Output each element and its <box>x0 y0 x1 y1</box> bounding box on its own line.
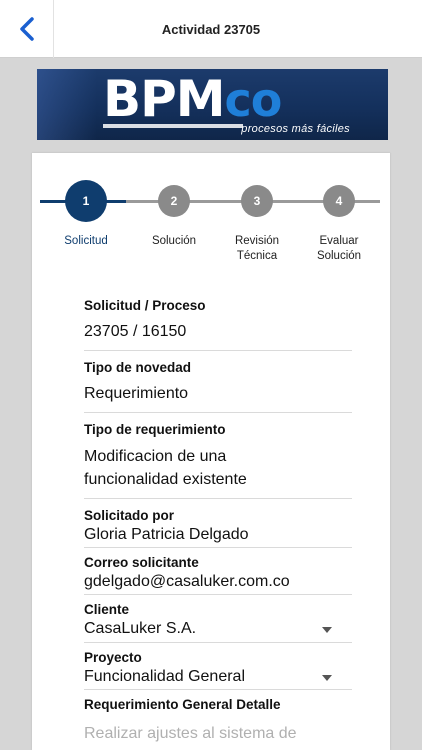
step-3-label: Revisión Técnica <box>212 234 302 264</box>
step-1-number: 1 <box>82 194 90 208</box>
correo-label: Correo solicitante <box>84 555 199 570</box>
correo-value: gdelgado@casaluker.com.co <box>84 573 290 590</box>
chevron-down-icon[interactable] <box>322 675 332 681</box>
tipo-novedad-value: Requerimiento <box>84 385 189 402</box>
step-4-number: 4 <box>335 194 343 208</box>
step-3-number: 3 <box>253 194 261 208</box>
divider <box>84 498 352 499</box>
detalle-value: Realizar ajustes al sistema de <box>84 725 297 742</box>
step-4-label-line1: Evaluar <box>319 235 359 247</box>
banner-logo: BPMco <box>103 70 283 128</box>
divider <box>84 350 352 351</box>
divider <box>84 642 352 643</box>
chevron-down-icon[interactable] <box>322 627 332 633</box>
top-bar: Actividad 23705 <box>0 0 422 58</box>
step-2-label: Solución <box>151 235 197 247</box>
detalle-label: Requerimiento General Detalle <box>84 697 281 712</box>
solicitado-por-label: Solicitado por <box>84 508 175 523</box>
bpmco-banner: BPMco procesos más fáciles <box>37 69 388 140</box>
page-title: Actividad 23705 <box>161 21 261 37</box>
step-4-circle[interactable]: 4 <box>323 185 355 217</box>
back-button[interactable] <box>0 0 54 58</box>
step-3-label-line1: Revisión <box>234 235 280 247</box>
divider <box>84 547 352 548</box>
tipo-requerimiento-label: Tipo de requerimiento <box>84 422 226 437</box>
step-4-label-line2: Solución <box>316 250 362 262</box>
step-1-circle[interactable]: 1 <box>65 180 107 222</box>
step-3-circle[interactable]: 3 <box>241 185 273 217</box>
tipo-novedad-label: Tipo de novedad <box>84 360 192 375</box>
cliente-select[interactable]: CasaLuker S.A. <box>84 617 352 641</box>
step-2-circle[interactable]: 2 <box>158 185 190 217</box>
step-4-label: Evaluar Solución <box>294 234 384 264</box>
tipo-requerimiento-value-line2: funcionalidad existente <box>84 471 247 488</box>
chevron-left-icon <box>19 17 34 41</box>
banner-tagline: procesos más fáciles <box>241 123 350 135</box>
solicitud-value: 23705 / 16150 <box>84 323 187 340</box>
divider <box>84 412 352 413</box>
step-1-label: Solicitud <box>64 235 108 247</box>
solicitud-label: Solicitud / Proceso <box>84 298 206 313</box>
divider <box>84 594 352 595</box>
progress-stepper: 1 2 3 4 Solicitud Solución Revisión Técn… <box>32 153 390 273</box>
banner-underline <box>103 124 243 128</box>
divider <box>84 689 352 690</box>
logo-accent-text: co <box>224 73 283 127</box>
solicitado-por-value: Gloria Patricia Delgado <box>84 526 249 543</box>
cliente-label: Cliente <box>84 602 130 617</box>
step-3-label-line2: Técnica <box>236 250 278 262</box>
step-2-number: 2 <box>170 194 178 208</box>
proyecto-select[interactable]: Funcionalidad General <box>84 665 352 689</box>
tipo-requerimiento-value-line1: Modificacion de una <box>84 448 227 465</box>
proyecto-label: Proyecto <box>84 650 142 665</box>
banner-glow <box>37 69 97 140</box>
activity-card: 1 2 3 4 Solicitud Solución Revisión Técn… <box>32 153 390 750</box>
logo-main-text: BPM <box>103 70 226 128</box>
